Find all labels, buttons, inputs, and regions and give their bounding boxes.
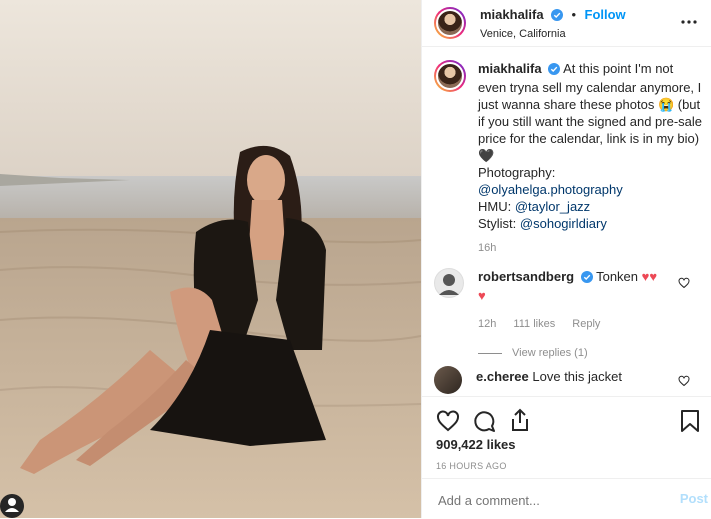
stylist-link[interactable]: @sohogirldiary <box>520 216 607 231</box>
view-replies-link[interactable]: View replies (1) <box>478 345 668 362</box>
stylist-label: Stylist: <box>478 216 517 231</box>
more-options-icon[interactable] <box>679 12 699 32</box>
photography-link[interactable]: @olyahelga.photography <box>478 182 623 197</box>
verified-badge-icon <box>548 62 561 79</box>
post-location[interactable]: Venice, California <box>480 28 626 40</box>
comment-like-icon[interactable] <box>678 374 690 387</box>
hmu-label: HMU: <box>478 199 512 214</box>
save-bookmark-icon[interactable] <box>680 409 700 438</box>
post-panel: miakhalifa • Follow Venice, California m… <box>421 0 711 518</box>
caption-username[interactable]: miakhalifa <box>478 61 542 76</box>
caption: miakhalifa At this point I'm not even tr… <box>434 60 704 257</box>
commenter-username[interactable]: e.cheree <box>476 369 529 384</box>
likes-count[interactable]: 909,422 likes <box>436 437 516 452</box>
share-icon[interactable] <box>508 407 532 438</box>
author-avatar[interactable] <box>434 7 466 39</box>
comment-item: robertsandberg Tonken ♥♥ ♥ 12h 111 likes… <box>434 268 704 362</box>
commenter-avatar[interactable] <box>434 268 464 298</box>
caption-avatar[interactable] <box>434 60 466 92</box>
hmu-link[interactable]: @taylor_jazz <box>515 199 590 214</box>
follow-button[interactable]: Follow <box>585 7 626 22</box>
commenter-avatar[interactable] <box>434 366 462 394</box>
comment-input[interactable] <box>436 489 660 511</box>
view-replies-label: View replies (1) <box>512 347 588 359</box>
caption-text: At this point I'm not even tryna sell my… <box>478 61 703 163</box>
comment-composer: Post <box>422 478 711 519</box>
comment-text: Love this jacket <box>532 369 622 384</box>
comment-time[interactable]: 12h <box>478 318 496 330</box>
photography-label: Photography: <box>478 165 556 180</box>
comment-item: e.cheree Love this jacket <box>434 366 704 394</box>
post-timestamp[interactable]: 16 HOURS AGO <box>436 461 507 471</box>
verified-badge-icon <box>551 8 564 26</box>
verified-badge-icon <box>580 270 593 287</box>
post-photo[interactable] <box>0 0 421 518</box>
photo-illustration <box>0 0 421 518</box>
caption-text-block: miakhalifa At this point I'm not even tr… <box>478 60 703 257</box>
commenter-username[interactable]: robertsandberg <box>478 269 574 284</box>
comment-icon[interactable] <box>472 409 496 438</box>
post-header: miakhalifa • Follow Venice, California <box>422 0 711 47</box>
comment-like-icon[interactable] <box>678 276 690 289</box>
comment-likes[interactable]: 111 likes <box>513 318 555 330</box>
author-username[interactable]: miakhalifa <box>480 7 544 22</box>
like-icon[interactable] <box>436 409 460 438</box>
post-comment-button[interactable]: Post <box>680 491 708 506</box>
caption-time[interactable]: 16h <box>478 240 703 257</box>
separator-dot: • <box>571 7 577 22</box>
instagram-post: miakhalifa • Follow Venice, California m… <box>0 0 711 518</box>
reply-button[interactable]: Reply <box>572 318 600 330</box>
